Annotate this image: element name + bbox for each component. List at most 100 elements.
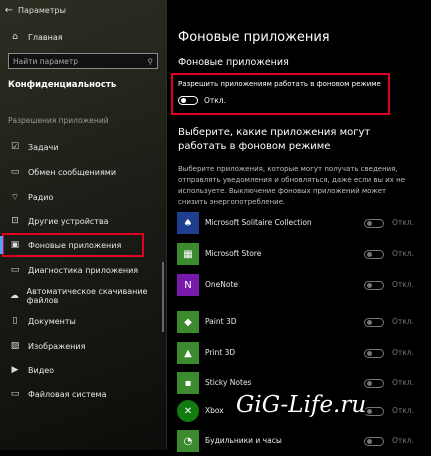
- app-toggle[interactable]: [364, 349, 384, 358]
- toggle-knob: [181, 98, 186, 103]
- sidebar-item-devices[interactable]: ⊡ Другие устройства: [0, 210, 167, 232]
- sidebar-scrollbar[interactable]: [162, 262, 164, 332]
- choose-apps-title: Выберите, какие приложения могут работат…: [178, 127, 371, 152]
- app-state: Откл.: [392, 317, 414, 326]
- sidebar-item-background-apps[interactable]: ▣ Фоновые приложения: [0, 234, 167, 256]
- diagnostics-icon: ▭: [10, 265, 20, 275]
- sticky-notes-icon: ▪: [177, 372, 199, 394]
- toggle-knob: [367, 283, 372, 288]
- sidebar-item-label: Файловая система: [28, 389, 107, 399]
- app-name: Microsoft Solitaire Collection: [205, 218, 312, 227]
- sidebar-item-label: Другие устройства: [28, 216, 109, 226]
- home-icon: ⌂: [12, 32, 18, 42]
- app-name: Xbox: [205, 406, 224, 415]
- toggle-knob: [367, 252, 372, 257]
- toggle-knob: [367, 351, 372, 356]
- sidebar-item-messaging[interactable]: ▭ Обмен сообщениями: [0, 161, 167, 183]
- app-name: Будильники и часы: [205, 436, 282, 445]
- app-toggle[interactable]: [364, 437, 384, 446]
- background-apps-icon: ▣: [10, 240, 20, 250]
- sidebar-item-label: Диагностика приложения: [28, 265, 139, 275]
- cloud-icon: ☁: [9, 291, 19, 301]
- sidebar-item-label: Изображения: [28, 341, 86, 351]
- paint3d-icon: ◆: [177, 311, 199, 333]
- app-row-alarms: ◔ Будильники и часы Откл.: [168, 426, 431, 456]
- app-row-paint3d: ◆ Paint 3D Откл.: [168, 307, 431, 337]
- search-icon: ⚲: [147, 56, 154, 66]
- allow-background-state: Откл.: [204, 96, 226, 105]
- sidebar-item-diagnostics[interactable]: ▭ Диагностика приложения: [0, 259, 167, 281]
- app-toggle[interactable]: [364, 281, 384, 290]
- video-icon: ▶: [11, 365, 19, 375]
- allow-background-toggle[interactable]: [178, 96, 198, 105]
- app-state: Откл.: [392, 280, 414, 289]
- app-name: Print 3D: [205, 348, 236, 357]
- app-toggle[interactable]: [364, 250, 384, 259]
- choose-apps-description: Выберите приложения, которые могут получ…: [178, 165, 406, 206]
- xbox-icon: ✕: [177, 400, 199, 422]
- app-toggle[interactable]: [364, 318, 384, 327]
- app-state: Откл.: [392, 249, 414, 258]
- app-state: Откл.: [392, 378, 414, 387]
- sidebar-group-label: Разрешения приложений: [8, 116, 109, 125]
- toggle-knob: [367, 409, 372, 414]
- app-name: Microsoft Store: [205, 249, 262, 258]
- app-state: Откл.: [392, 348, 414, 357]
- store-icon: ▦: [177, 243, 199, 265]
- sidebar-item-label: Радио: [28, 192, 54, 202]
- document-icon: ▯: [12, 316, 18, 326]
- app-state: Откл.: [392, 218, 414, 227]
- site-watermark: GiG-Life.ru: [236, 392, 367, 418]
- solitaire-icon: ♠: [177, 212, 199, 234]
- sidebar: ← Параметры ⌂ Главная Найти параметр ⚲ К…: [0, 0, 167, 450]
- sidebar-item-filesystem[interactable]: ▭ Файловая система: [0, 383, 167, 405]
- app-name: Paint 3D: [205, 317, 237, 326]
- toggle-knob: [367, 221, 372, 226]
- sidebar-item-auto-download[interactable]: ☁ Автоматическое скачивание файлов: [0, 285, 167, 307]
- page-title: Фоновые приложения: [178, 30, 330, 45]
- app-row-print3d: ▲ Print 3D Откл.: [168, 338, 431, 368]
- app-toggle[interactable]: [364, 219, 384, 228]
- toggle-knob: [367, 320, 372, 325]
- sidebar-item-images[interactable]: ▨ Изображения: [0, 335, 167, 357]
- allow-background-label: Разрешить приложениям работать в фоновом…: [178, 80, 381, 88]
- radio-icon: ⌔: [10, 192, 20, 203]
- app-state: Откл.: [392, 406, 414, 415]
- sidebar-section-title: Конфиденциальность: [8, 80, 117, 90]
- section-title: Фоновые приложения: [178, 57, 289, 68]
- home-label: Главная: [28, 32, 63, 42]
- app-name: Sticky Notes: [205, 378, 252, 387]
- onenote-icon: N: [177, 274, 199, 296]
- title-bar: ← Параметры: [0, 0, 167, 20]
- sidebar-item-tasks[interactable]: ☑ Задачи: [0, 136, 167, 158]
- clock-icon: ◔: [177, 430, 199, 452]
- toggle-knob: [367, 439, 372, 444]
- app-toggle[interactable]: [364, 379, 384, 388]
- tasks-icon: ☑: [10, 142, 20, 152]
- sidebar-item-documents[interactable]: ▯ Документы: [0, 310, 167, 332]
- sidebar-item-video[interactable]: ▶ Видео: [0, 359, 167, 381]
- toggle-knob: [367, 381, 372, 386]
- messaging-icon: ▭: [10, 167, 20, 177]
- app-name: OneNote: [205, 280, 239, 289]
- app-toggle[interactable]: [364, 407, 384, 416]
- app-row-solitaire: ♠ Microsoft Solitaire Collection Откл.: [168, 208, 431, 238]
- sidebar-item-label: Документы: [28, 316, 76, 326]
- search-placeholder: Найти параметр: [13, 56, 78, 66]
- window-title: Параметры: [18, 5, 66, 15]
- image-icon: ▨: [10, 341, 20, 351]
- filesystem-icon: ▭: [10, 389, 20, 399]
- sidebar-item-label: Задачи: [28, 142, 59, 152]
- main-content: Фоновые приложения Фоновые приложения Ра…: [168, 0, 431, 452]
- sidebar-item-label: Автоматическое скачивание файлов: [26, 287, 148, 305]
- sidebar-item-label: Видео: [28, 365, 55, 375]
- app-row-store: ▦ Microsoft Store Откл.: [168, 239, 431, 269]
- search-input[interactable]: Найти параметр ⚲: [8, 53, 158, 69]
- sidebar-item-label: Обмен сообщениями: [28, 167, 117, 177]
- home-link[interactable]: ⌂ Главная: [0, 26, 167, 48]
- sidebar-item-label: Фоновые приложения: [28, 240, 122, 250]
- sidebar-item-radio[interactable]: ⌔ Радио: [0, 186, 167, 208]
- back-arrow-icon[interactable]: ←: [0, 5, 18, 16]
- devices-icon: ⊡: [11, 216, 19, 226]
- app-state: Откл.: [392, 436, 414, 445]
